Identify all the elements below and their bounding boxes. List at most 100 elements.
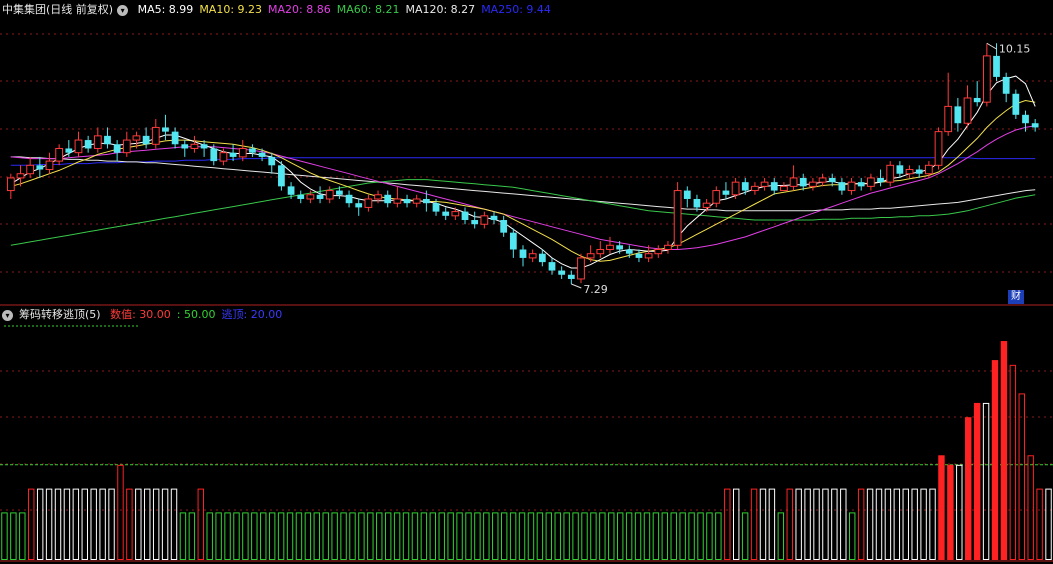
candle-body <box>480 215 489 225</box>
indicator-bar <box>688 512 695 561</box>
candle-body <box>336 190 343 195</box>
indicator-bar <box>875 488 883 561</box>
candle-body <box>886 164 895 183</box>
indicator-bar <box>411 512 419 561</box>
indicator-bar <box>54 488 62 561</box>
candle-body <box>616 245 624 250</box>
indicator-bar <box>759 488 767 561</box>
candle-body <box>1031 123 1039 128</box>
indicator-bar <box>28 488 35 561</box>
candle-body <box>84 140 92 149</box>
candle-body <box>74 139 83 154</box>
indicator-bar <box>135 488 142 561</box>
indicator-bar <box>420 512 428 561</box>
indicator-bar <box>99 488 106 561</box>
candle-body <box>278 165 285 187</box>
candle-body <box>316 194 324 199</box>
candle-body <box>258 152 266 157</box>
chevron-down-icon[interactable]: ▾ <box>2 309 13 321</box>
indicator-bar <box>518 512 526 561</box>
candle-body <box>325 190 334 200</box>
indicator-bar <box>831 488 838 561</box>
indicator-bar <box>509 512 517 561</box>
candle-body <box>586 253 595 259</box>
candle-body <box>896 165 904 174</box>
indicator-bar <box>563 512 570 561</box>
candle-body <box>461 211 469 221</box>
candle-body <box>6 177 15 192</box>
candle-body <box>384 194 392 204</box>
candle-body <box>65 148 73 153</box>
indicator-bar <box>616 512 624 561</box>
indicator-bar <box>126 488 133 561</box>
candle-body <box>973 97 981 103</box>
indicator-bar <box>438 512 445 561</box>
candle-body <box>268 156 276 166</box>
indicator-bar <box>384 512 392 561</box>
candle-body <box>635 253 643 258</box>
indicator-bar <box>483 512 490 561</box>
ma-legend-4: MA120: 8.27 <box>405 3 476 16</box>
indicator-bar <box>849 512 856 561</box>
candle-body <box>249 148 256 153</box>
candle-body <box>1002 76 1010 94</box>
indicator-bar <box>777 512 785 561</box>
candle-body <box>905 169 914 175</box>
candle-body <box>741 182 749 191</box>
candle-body <box>374 194 382 200</box>
indicator-bar <box>965 417 972 560</box>
candle-body <box>162 127 169 132</box>
indicator-legend-2: 逃顶: 20.00 <box>221 308 283 321</box>
indicator-bar <box>741 512 749 561</box>
indicator-bar <box>331 512 338 561</box>
candle-body <box>1022 114 1029 124</box>
indicator-bar <box>670 512 677 561</box>
indicator-bar <box>367 512 374 561</box>
candle-body <box>16 173 25 179</box>
indicator-bar <box>608 512 615 561</box>
indicator-bar <box>973 402 981 560</box>
indicator-bar <box>313 512 321 561</box>
indicator-bar <box>732 488 740 561</box>
indicator-bar <box>956 464 963 560</box>
indicator-bar <box>911 488 918 561</box>
indicator-bar <box>840 488 847 561</box>
candle-body <box>993 55 1000 77</box>
candle-body <box>190 143 199 149</box>
candle-body <box>770 182 778 191</box>
candle-body <box>403 198 411 204</box>
indicator-bar <box>322 512 329 561</box>
indicator-bar <box>572 512 579 561</box>
indicator-bar <box>260 512 267 561</box>
candle-body <box>712 190 721 204</box>
candle-body <box>93 135 102 149</box>
indicator-bar <box>277 512 285 561</box>
candle-body <box>722 190 730 195</box>
candle-body <box>471 220 479 225</box>
chevron-down-icon[interactable]: ▾ <box>117 4 129 16</box>
indicator-title: 筹码转移逃顶(5) <box>19 308 101 321</box>
candle-body <box>934 131 943 166</box>
candle-body <box>229 152 237 157</box>
candle-body <box>181 144 189 149</box>
indicator-bar <box>152 488 160 561</box>
indicator-bar <box>161 488 169 561</box>
candle-body <box>818 177 827 183</box>
indicator-bar <box>10 512 17 561</box>
candle-body <box>113 144 121 153</box>
candle-body <box>1012 93 1020 115</box>
finance-badge[interactable]: 财 <box>1008 290 1024 304</box>
candle-body <box>664 244 672 250</box>
indicator-bar <box>358 512 365 561</box>
indicator-bar <box>991 360 999 560</box>
candle-body <box>519 249 527 258</box>
ma250-line <box>10 157 1036 166</box>
indicator-bar <box>884 488 892 561</box>
chart-canvas: 10.15 7.29 <box>0 33 1053 562</box>
indicator-bar <box>144 488 151 561</box>
ma120-line <box>10 156 1036 212</box>
indicator-bar <box>429 512 437 561</box>
candle-body <box>345 194 353 204</box>
indicator-bar <box>393 512 401 561</box>
ma-legend-0: MA5: 8.99 <box>137 3 194 16</box>
